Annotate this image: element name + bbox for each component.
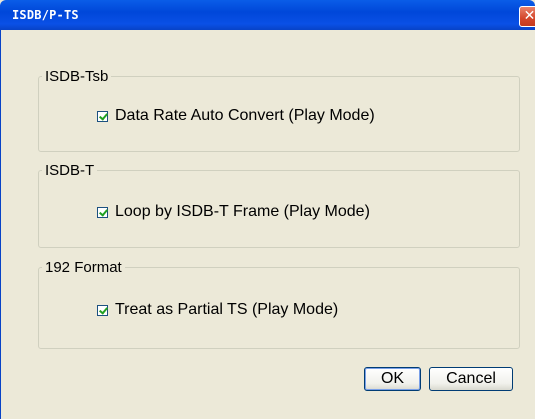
dialog-body: ISDB-Tsb Data Rate Auto Convert (Play Mo… xyxy=(0,30,535,419)
checkbox-checked-icon[interactable] xyxy=(97,206,108,218)
checkbox-treat-as-partial-ts[interactable]: Treat as Partial TS (Play Mode) xyxy=(97,300,338,320)
group-legend-isdb-t: ISDB-T xyxy=(45,162,95,179)
close-button[interactable]: ✕ xyxy=(519,6,535,27)
close-icon: ✕ xyxy=(523,8,535,24)
cancel-button[interactable]: Cancel xyxy=(429,367,513,391)
group-legend-192-format: 192 Format xyxy=(45,259,122,276)
group-legend-isdb-tsb: ISDB-Tsb xyxy=(45,68,109,85)
window-title: ISDB/P-TS xyxy=(12,8,79,22)
title-bar[interactable]: ISDB/P-TS xyxy=(0,0,535,30)
checkbox-data-rate-auto-convert[interactable]: Data Rate Auto Convert (Play Mode) xyxy=(97,106,375,126)
ok-button[interactable]: OK xyxy=(364,367,421,391)
dialog-window: ISDB/P-TS ✕ ISDB-Tsb Data Rate Auto Conv… xyxy=(0,0,535,419)
checkbox-label: Treat as Partial TS (Play Mode) xyxy=(115,301,339,318)
checkbox-label: Loop by ISDB-T Frame (Play Mode) xyxy=(115,203,370,220)
checkbox-checked-icon[interactable] xyxy=(97,110,108,122)
checkbox-loop-by-frame[interactable]: Loop by ISDB-T Frame (Play Mode) xyxy=(97,202,370,222)
checkbox-checked-icon[interactable] xyxy=(97,304,108,316)
checkbox-label: Data Rate Auto Convert (Play Mode) xyxy=(115,107,375,124)
